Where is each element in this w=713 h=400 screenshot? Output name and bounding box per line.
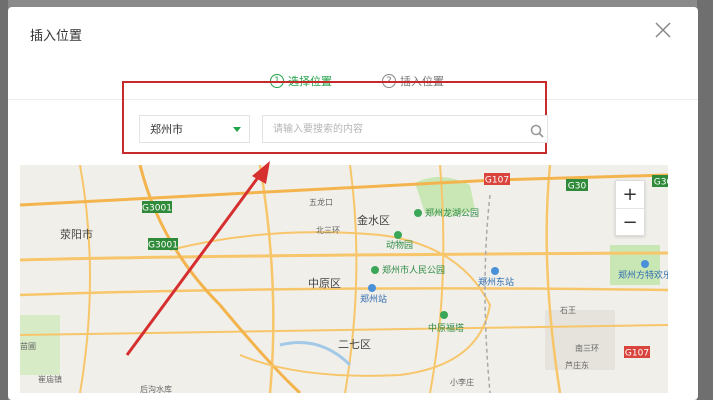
chevron-down-icon bbox=[233, 127, 241, 132]
map-canvas: G107 G30 G30 G3001 G3001 G107 荥阳市 金水区 中原… bbox=[20, 165, 668, 393]
poi-label: 郑州方特欢乐世界 bbox=[618, 269, 668, 281]
district-label: 荥阳市 bbox=[60, 227, 93, 241]
district-label: 中原区 bbox=[308, 277, 341, 290]
city-select-value: 郑州市 bbox=[150, 123, 183, 136]
search-input[interactable] bbox=[262, 115, 548, 143]
poi-label: 郑州东站 bbox=[478, 276, 514, 288]
road-badge-label: G107 bbox=[625, 349, 649, 359]
road-badge-label: G3001 bbox=[142, 204, 172, 214]
highway bbox=[138, 165, 302, 393]
road bbox=[344, 165, 358, 393]
poi-label: 动物园 bbox=[386, 239, 413, 251]
search-icon[interactable] bbox=[530, 123, 544, 138]
railway bbox=[484, 194, 491, 393]
poi-label: 郑州市人民公园 bbox=[382, 264, 445, 276]
dialog-title: 插入位置 bbox=[30, 29, 83, 44]
road bbox=[20, 287, 668, 297]
road-badge-label: G107 bbox=[485, 176, 509, 186]
poi-marker bbox=[440, 311, 448, 319]
map-small-label: 崔庙镇 bbox=[38, 374, 62, 384]
map-view[interactable]: G107 G30 G30 G3001 G3001 G107 荥阳市 金水区 中原… bbox=[20, 165, 668, 393]
map-small-label: 后沟水库 bbox=[140, 384, 172, 393]
road bbox=[79, 165, 91, 393]
map-small-label: 五龙口 bbox=[309, 197, 333, 207]
district-label: 金水区 bbox=[357, 213, 390, 227]
poi-marker bbox=[371, 266, 379, 274]
backdrop-right bbox=[697, 0, 713, 400]
backdrop-left bbox=[0, 0, 8, 400]
map-small-label: 南三环 bbox=[575, 343, 599, 353]
road-badge-label: G30 bbox=[654, 178, 668, 188]
map-small-label: 苗圃 bbox=[20, 342, 36, 351]
poi-label: 中原福塔 bbox=[428, 322, 464, 334]
zoom-control: + − bbox=[615, 180, 645, 236]
map-small-label: 北三环 bbox=[316, 226, 340, 235]
district-label: 二七区 bbox=[338, 338, 371, 351]
map-small-label: 小李庄 bbox=[450, 377, 474, 387]
zoom-in-button[interactable]: + bbox=[616, 181, 644, 209]
close-icon[interactable] bbox=[654, 21, 672, 39]
map-small-label: 石王 bbox=[560, 306, 576, 315]
road bbox=[20, 251, 668, 262]
road-badge-label: G30 bbox=[568, 182, 587, 192]
map-small-label: 芦庄东 bbox=[565, 360, 589, 370]
poi-marker bbox=[414, 209, 422, 217]
poi-marker bbox=[641, 260, 649, 268]
station-marker bbox=[368, 284, 376, 292]
station-marker bbox=[491, 267, 499, 275]
poi-label: 郑州龙湖公园 bbox=[425, 207, 479, 219]
city-select[interactable]: 郑州市 bbox=[139, 115, 250, 143]
road-badge-label: G3001 bbox=[148, 241, 178, 251]
poi-marker bbox=[394, 231, 402, 239]
zoom-out-button[interactable]: − bbox=[616, 209, 644, 236]
poi-label: 郑州站 bbox=[360, 293, 387, 305]
